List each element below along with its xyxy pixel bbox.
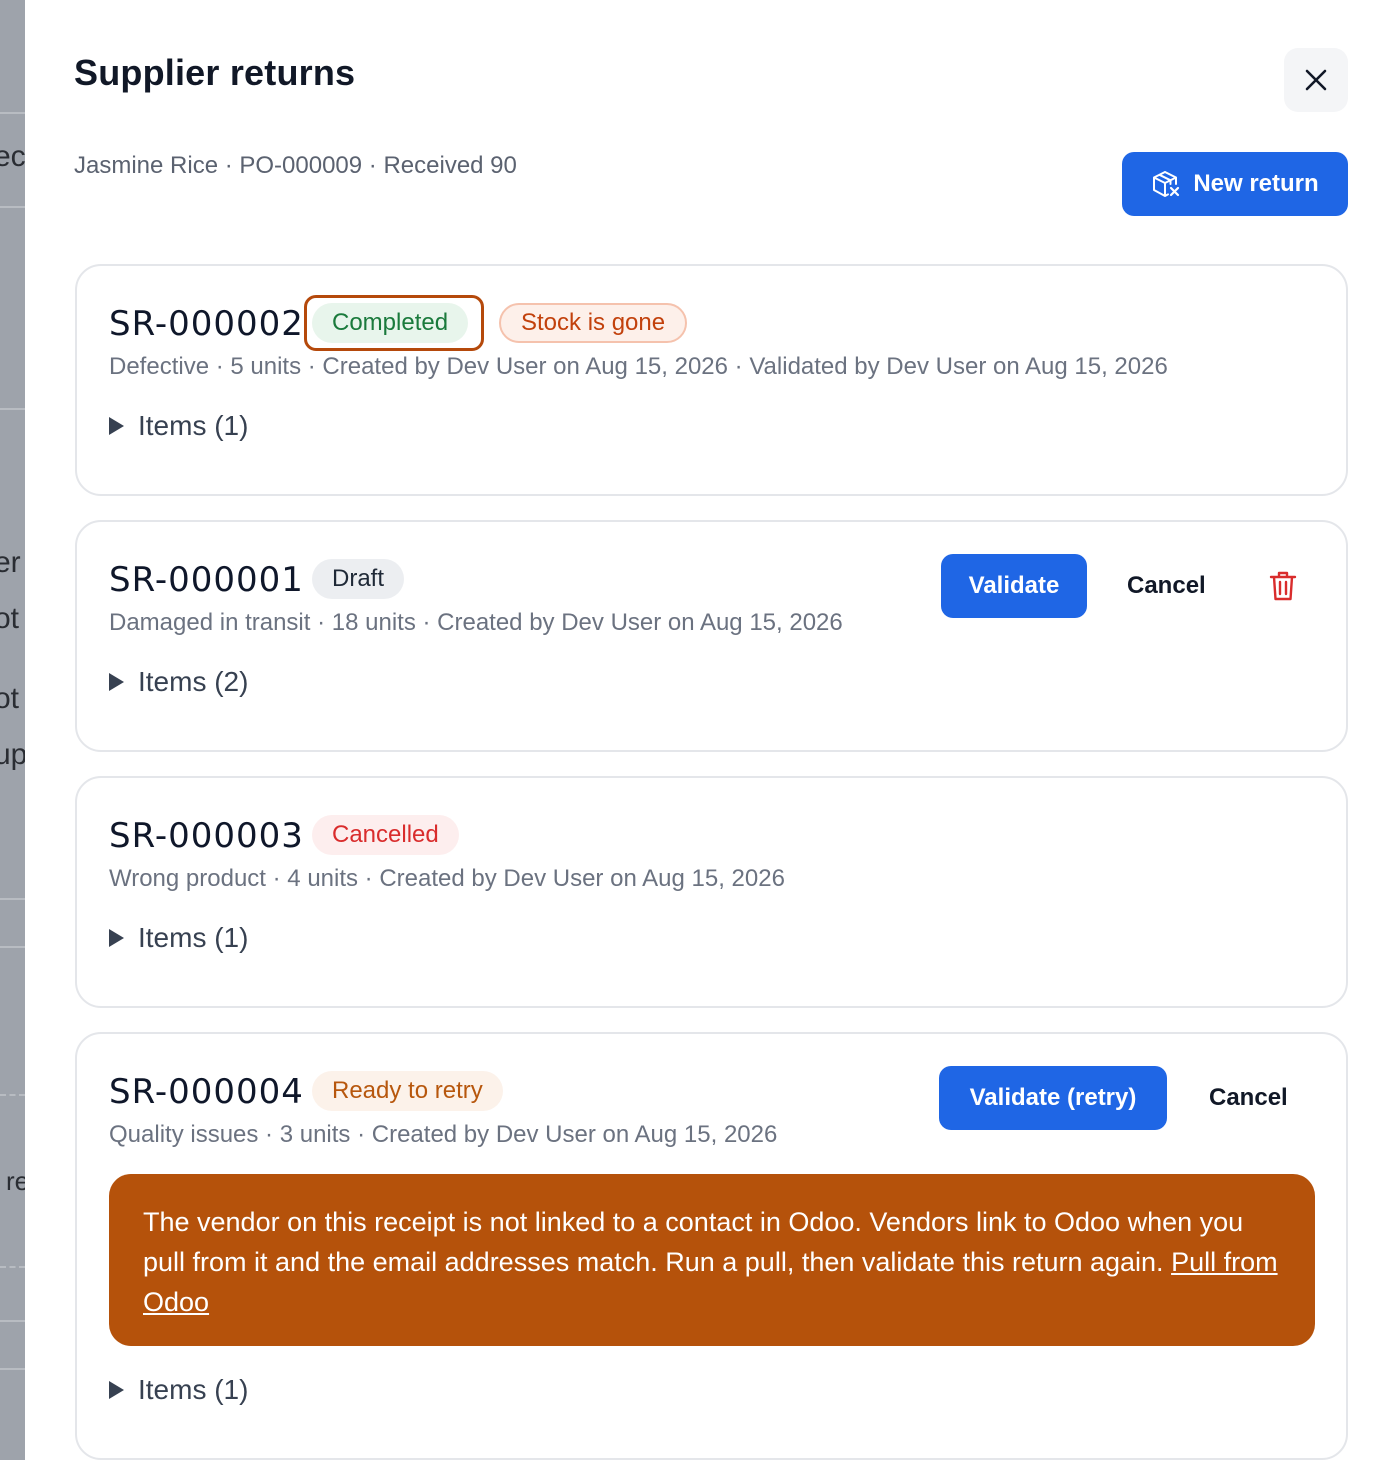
return-id: SR-000001 bbox=[109, 560, 304, 600]
validate-button[interactable]: Validate bbox=[941, 554, 1087, 618]
expand-triangle-icon bbox=[109, 1381, 124, 1399]
items-label: Items (2) bbox=[138, 666, 249, 697]
background-text: ot bbox=[0, 682, 20, 715]
return-card: SR-000003 Cancelled Wrong product · 4 un… bbox=[75, 776, 1348, 1008]
items-toggle[interactable]: Items (1) bbox=[109, 1374, 248, 1406]
panel-title: Supplier returns bbox=[74, 52, 356, 93]
return-meta: Quality issues · 3 units · Created by De… bbox=[109, 1121, 778, 1148]
status-badge: Ready to retry bbox=[312, 1071, 503, 1111]
return-card: SR-000002 Completed Stock is gone Defect… bbox=[75, 264, 1348, 496]
background-text: ot bbox=[0, 602, 20, 635]
background-divider bbox=[0, 1266, 25, 1268]
error-alert: The vendor on this receipt is not linked… bbox=[109, 1174, 1315, 1346]
return-id: SR-000004 bbox=[109, 1072, 304, 1112]
cancel-return-button[interactable]: Cancel bbox=[1209, 1084, 1288, 1112]
background-divider bbox=[0, 408, 25, 410]
status-badge: Completed bbox=[312, 303, 469, 343]
return-card: SR-000001 Draft Damaged in transit · 18 … bbox=[75, 520, 1348, 752]
return-id: SR-000003 bbox=[109, 816, 304, 856]
close-button[interactable] bbox=[1284, 48, 1348, 112]
background-text: ec bbox=[0, 140, 25, 173]
new-return-label: New return bbox=[1193, 170, 1319, 197]
status-badge: Draft bbox=[312, 559, 405, 599]
background-page: ec er ot ot up re bbox=[0, 0, 25, 1460]
background-divider bbox=[0, 1368, 25, 1370]
receipt-summary: Jasmine Rice · PO-000009 · Received 90 bbox=[74, 152, 517, 179]
validate-retry-button[interactable]: Validate (retry) bbox=[939, 1066, 1167, 1130]
items-label: Items (1) bbox=[138, 1374, 249, 1405]
return-meta: Wrong product · 4 units · Created by Dev… bbox=[109, 865, 785, 892]
background-divider bbox=[0, 206, 25, 208]
items-toggle[interactable]: Items (2) bbox=[109, 666, 248, 698]
trash-icon bbox=[1269, 571, 1297, 601]
background-text: er bbox=[0, 546, 21, 579]
status-badge: Cancelled bbox=[312, 815, 459, 855]
background-divider bbox=[0, 112, 25, 114]
items-toggle[interactable]: Items (1) bbox=[109, 922, 248, 954]
items-label: Items (1) bbox=[138, 922, 249, 953]
background-divider bbox=[0, 1094, 25, 1096]
return-card: SR-000004 Ready to retry Quality issues … bbox=[75, 1032, 1348, 1460]
new-return-button[interactable]: New return bbox=[1122, 152, 1348, 216]
supplier-returns-panel: Supplier returns Jasmine Rice · PO-00000… bbox=[25, 0, 1396, 1460]
delete-return-button[interactable] bbox=[1269, 570, 1297, 607]
error-message: The vendor on this receipt is not linked… bbox=[143, 1207, 1244, 1277]
items-toggle[interactable]: Items (1) bbox=[109, 410, 248, 442]
cancel-return-button[interactable]: Cancel bbox=[1127, 572, 1206, 600]
return-meta: Damaged in transit · 18 units · Created … bbox=[109, 609, 843, 636]
background-divider bbox=[0, 1320, 25, 1322]
background-text: re bbox=[6, 1166, 25, 1196]
expand-triangle-icon bbox=[109, 417, 124, 435]
expand-triangle-icon bbox=[109, 673, 124, 691]
return-id: SR-000002 bbox=[109, 304, 304, 344]
expand-triangle-icon bbox=[109, 929, 124, 947]
background-divider bbox=[0, 898, 25, 900]
items-label: Items (1) bbox=[138, 410, 249, 441]
background-text: up bbox=[0, 738, 25, 771]
close-icon bbox=[1305, 69, 1327, 91]
package-x-icon bbox=[1153, 171, 1180, 197]
background-divider bbox=[0, 946, 25, 948]
stock-badge: Stock is gone bbox=[499, 303, 688, 343]
return-meta: Defective · 5 units · Created by Dev Use… bbox=[109, 353, 1168, 380]
